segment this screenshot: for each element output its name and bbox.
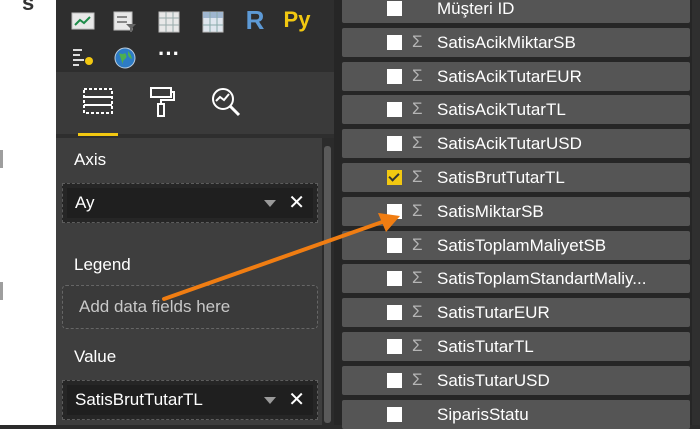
sigma-icon: Σ (412, 336, 423, 355)
sigma-icon: Σ (412, 302, 423, 322)
field-checkbox[interactable] (387, 68, 402, 84)
field-row[interactable]: Σ SatisTutarUSD (342, 365, 690, 395)
field-checkbox[interactable] (387, 170, 402, 185)
field-name: SatisToplamStandartMaliy... (437, 269, 647, 289)
field-name: SatisToplamMaliyetSB (437, 235, 607, 255)
partial-glyph: s (22, 0, 35, 15)
field-checkbox[interactable] (387, 203, 402, 219)
scrollbar-thumb[interactable] (324, 146, 331, 423)
left-edge: s (0, 0, 56, 425)
field-checkbox[interactable] (387, 406, 402, 422)
tab-fields[interactable] (74, 86, 122, 136)
field-row[interactable]: Σ SatisToplamMaliyetSB (342, 230, 690, 260)
more-icon[interactable]: ··· (156, 41, 182, 66)
axis-field[interactable]: Ay ✕ (62, 183, 318, 223)
field-row[interactable]: Müşteri ID (342, 0, 690, 23)
field-row[interactable]: Σ SatisAcikMiktarSB (342, 27, 690, 57)
field-name: SatisTutarUSD (437, 370, 550, 390)
value-label: Value (74, 347, 117, 366)
chevron-down-icon[interactable] (264, 199, 277, 207)
legend-label: Legend (74, 255, 131, 274)
sigma-icon: Σ (412, 167, 423, 186)
edge-marker (0, 282, 3, 300)
close-icon[interactable]: ✕ (288, 193, 305, 213)
field-name: Müşteri ID (437, 0, 515, 18)
field-checkbox[interactable] (387, 1, 402, 16)
field-name: SatisBrutTutarTL (437, 168, 565, 187)
table-icon[interactable] (156, 10, 182, 34)
value-field-name: SatisBrutTutarTL (75, 390, 203, 409)
value-field[interactable]: SatisBrutTutarTL ✕ (62, 380, 318, 420)
field-name: SatisTutarTL (437, 337, 534, 356)
field-row[interactable]: Σ SatisTutarTL (342, 332, 690, 361)
field-checkbox[interactable] (387, 34, 402, 50)
sigma-icon: Σ (412, 65, 423, 85)
python-visual-icon[interactable]: Py (284, 7, 311, 32)
field-checkbox[interactable] (387, 305, 402, 321)
field-row[interactable]: Σ SatisAcikTutarUSD (342, 129, 690, 159)
axis-value: Ay (75, 193, 95, 212)
sigma-icon: Σ (412, 31, 423, 51)
legend-drop-zone[interactable]: Add data fields here (62, 285, 318, 329)
chevron-down-icon[interactable] (264, 396, 277, 404)
field-wells: Axis Ay ✕ Legend Add data fields here Va… (56, 138, 322, 425)
field-checkbox[interactable] (387, 237, 402, 253)
field-name: SatisAcikTutarTL (437, 100, 566, 120)
field-checkbox[interactable] (387, 102, 402, 118)
tab-analytics[interactable] (202, 86, 250, 132)
globe-icon[interactable] (112, 46, 138, 70)
r-visual-icon[interactable]: R (242, 5, 268, 35)
close-icon[interactable]: ✕ (288, 390, 305, 410)
sigma-icon: Σ (412, 133, 423, 153)
tab-format[interactable] (138, 86, 186, 132)
kpi-icon[interactable] (70, 10, 96, 34)
sigma-icon: Σ (412, 268, 423, 288)
fields-tab-icon (83, 88, 113, 114)
field-row[interactable]: Σ SatisAcikTutarTL (342, 95, 690, 125)
sigma-icon: Σ (412, 234, 423, 254)
sigma-icon: Σ (412, 200, 423, 220)
field-name: SatisAcikMiktarSB (437, 32, 576, 52)
field-name: SatisMiktarSB (437, 201, 544, 221)
edge-marker (0, 150, 3, 168)
field-row[interactable]: Σ SatisTutarEUR (342, 298, 690, 328)
slicer-icon[interactable] (112, 10, 138, 34)
field-row[interactable]: SiparisStatu (342, 399, 690, 429)
field-name: SatisAcikTutarUSD (437, 134, 582, 154)
field-name: SatisTutarEUR (437, 303, 550, 323)
matrix-icon[interactable] (200, 10, 226, 34)
paint-roller-icon (150, 87, 175, 117)
field-row[interactable]: Σ SatisAcikTutarEUR (342, 61, 690, 91)
field-name: SatisAcikTutarEUR (437, 66, 582, 86)
legend-placeholder: Add data fields here (79, 297, 231, 316)
field-checkbox[interactable] (387, 339, 402, 354)
pane-tabs (56, 72, 334, 136)
wells-scrollbar[interactable] (322, 138, 334, 425)
field-row[interactable]: Σ SatisMiktarSB (342, 196, 690, 226)
field-row[interactable]: Σ SatisToplamStandartMaliy... (342, 264, 690, 294)
field-checkbox[interactable] (387, 372, 402, 388)
key-influencers-icon[interactable] (70, 46, 96, 70)
visualizations-pane: R Py ··· Axis Ay ✕ Legend Add data field… (56, 0, 334, 425)
fields-scrollbar[interactable] (692, 0, 700, 425)
sigma-icon: Σ (412, 99, 423, 119)
field-checkbox[interactable] (387, 136, 402, 152)
fields-list: Müşteri ID Σ SatisAcikMiktarSB Σ SatisAcikTu… (340, 0, 700, 429)
field-row[interactable]: Σ SatisBrutTutarTL (342, 163, 690, 192)
axis-label: Axis (74, 150, 107, 169)
field-checkbox[interactable] (387, 271, 402, 287)
field-name: SiparisStatu (437, 404, 529, 424)
sigma-icon: Σ (412, 369, 423, 389)
analytics-icon (212, 88, 241, 117)
